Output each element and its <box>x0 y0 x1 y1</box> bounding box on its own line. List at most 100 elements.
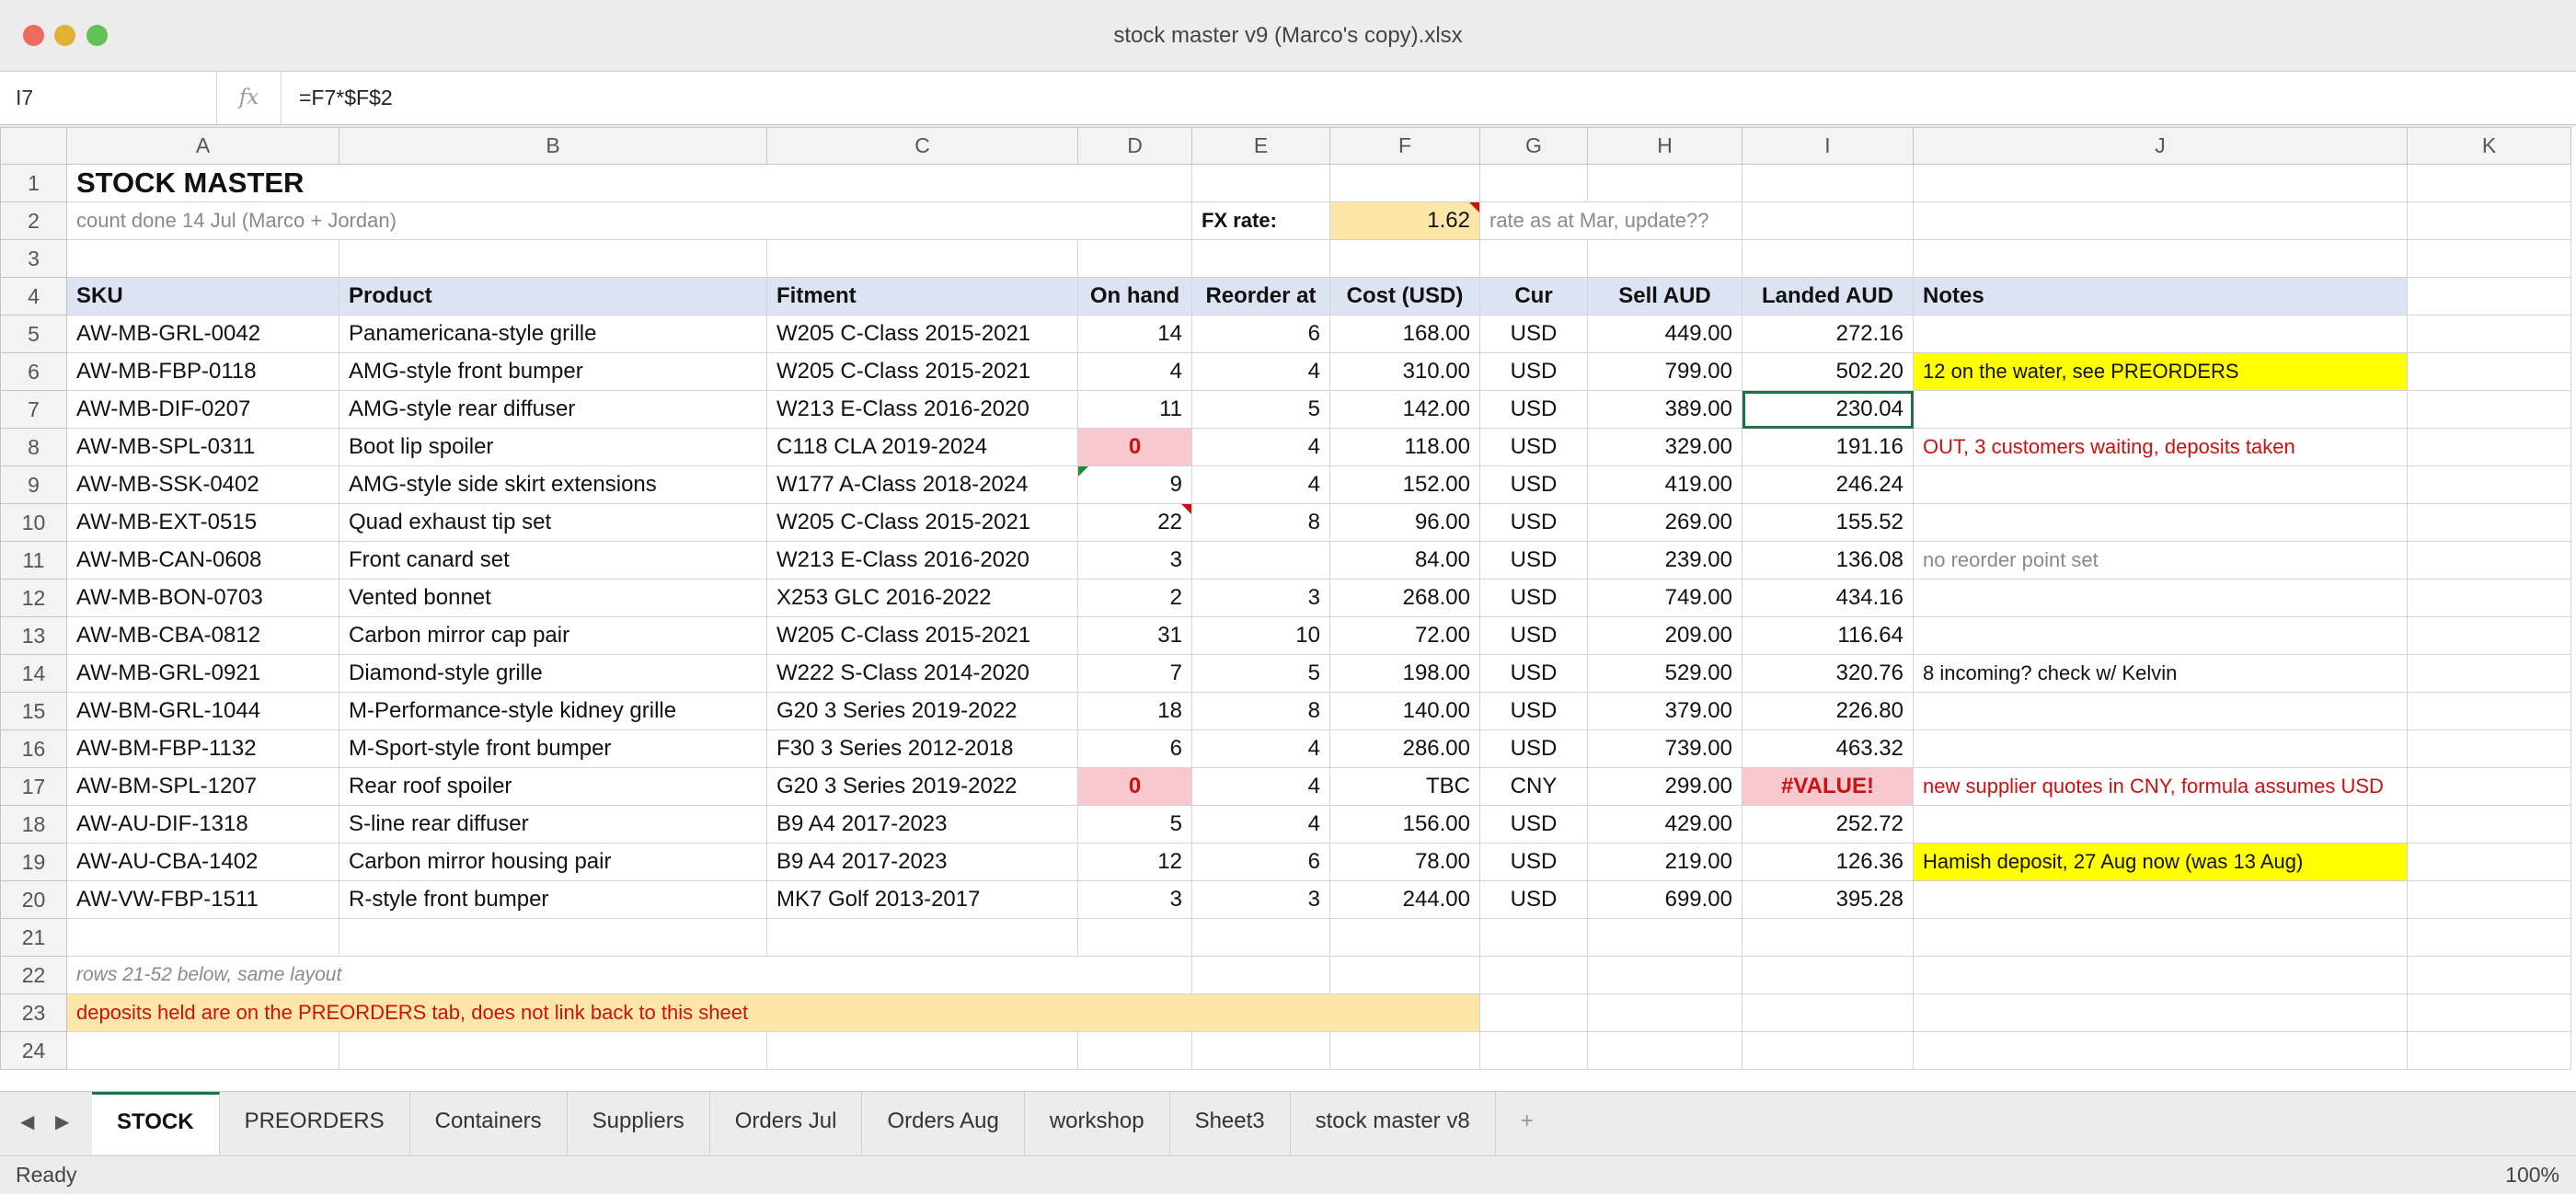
row-header[interactable]: 14 <box>0 654 67 693</box>
on-hand-cell[interactable]: 4 <box>1077 352 1192 391</box>
sku-cell[interactable]: AW-MB-SPL-0311 <box>66 428 339 466</box>
notes-cell[interactable]: OUT, 3 customers waiting, deposits taken <box>1913 428 2408 466</box>
product-cell[interactable]: R-style front bumper <box>339 880 767 919</box>
product-cell[interactable]: Quad exhaust tip set <box>339 503 767 542</box>
cost-cell[interactable]: 118.00 <box>1329 428 1480 466</box>
empty-cell[interactable] <box>766 918 1078 957</box>
currency-cell[interactable]: USD <box>1479 654 1588 693</box>
on-hand-cell[interactable]: 3 <box>1077 541 1192 580</box>
product-cell[interactable]: Boot lip spoiler <box>339 428 767 466</box>
landed-aud-cell[interactable]: 272.16 <box>1742 315 1914 353</box>
landed-aud-cell[interactable]: 320.76 <box>1742 654 1914 693</box>
on-hand-cell[interactable]: 6 <box>1077 729 1192 768</box>
cost-cell[interactable]: 96.00 <box>1329 503 1480 542</box>
column-header-e[interactable]: E <box>1191 127 1330 165</box>
sheet-tab-containers[interactable]: Containers <box>410 1092 568 1154</box>
currency-cell[interactable]: USD <box>1479 843 1588 881</box>
rows-below-note[interactable]: rows 21-52 below, same layout <box>66 956 1192 994</box>
sku-cell[interactable]: AW-MB-GRL-0921 <box>66 654 339 693</box>
on-hand-cell[interactable]: 18 <box>1077 692 1192 730</box>
column-header-g[interactable]: G <box>1479 127 1588 165</box>
empty-cell[interactable] <box>1479 993 1588 1032</box>
landed-aud-cell[interactable]: 252.72 <box>1742 805 1914 844</box>
reorder-at-cell[interactable]: 4 <box>1191 428 1330 466</box>
empty-cell[interactable] <box>2407 1031 2571 1070</box>
fitment-cell[interactable]: B9 A4 2017-2023 <box>766 843 1078 881</box>
notes-cell[interactable] <box>1913 692 2408 730</box>
sku-cell[interactable]: AW-AU-CBA-1402 <box>66 843 339 881</box>
empty-cell[interactable] <box>2407 956 2571 994</box>
column-header-j[interactable]: J <box>1913 127 2408 165</box>
row-header[interactable]: 11 <box>0 541 67 580</box>
cost-cell[interactable]: 140.00 <box>1329 692 1480 730</box>
empty-cell[interactable] <box>2407 654 2571 693</box>
empty-cell[interactable] <box>2407 239 2571 278</box>
fitment-cell[interactable]: G20 3 Series 2019-2022 <box>766 767 1078 806</box>
sell-aud-cell[interactable]: 529.00 <box>1587 654 1742 693</box>
notes-cell[interactable]: Hamish deposit, 27 Aug now (was 13 Aug) <box>1913 843 2408 881</box>
landed-aud-cell[interactable]: 191.16 <box>1742 428 1914 466</box>
empty-cell[interactable] <box>1191 239 1330 278</box>
empty-cell[interactable] <box>1913 201 2408 240</box>
product-cell[interactable]: Panamericana-style grille <box>339 315 767 353</box>
row-header[interactable]: 2 <box>0 201 67 240</box>
currency-cell[interactable]: USD <box>1479 352 1588 391</box>
product-cell[interactable]: S-line rear diffuser <box>339 805 767 844</box>
reorder-at-cell[interactable]: 6 <box>1191 315 1330 353</box>
reorder-at-cell[interactable]: 4 <box>1191 767 1330 806</box>
empty-cell[interactable] <box>1479 1031 1588 1070</box>
row-header[interactable]: 16 <box>0 729 67 768</box>
landed-aud-cell[interactable]: 434.16 <box>1742 579 1914 617</box>
reorder-at-cell[interactable]: 10 <box>1191 616 1330 655</box>
row-header[interactable]: 8 <box>0 428 67 466</box>
empty-cell[interactable] <box>2407 277 2571 316</box>
on-hand-cell[interactable]: 0 <box>1077 428 1192 466</box>
sku-cell[interactable]: AW-MB-FBP-0118 <box>66 352 339 391</box>
fitment-cell[interactable]: X253 GLC 2016-2022 <box>766 579 1078 617</box>
on-hand-cell[interactable]: 0 <box>1077 767 1192 806</box>
column-header-k[interactable]: K <box>2407 127 2571 165</box>
fitment-cell[interactable]: G20 3 Series 2019-2022 <box>766 692 1078 730</box>
sell-aud-cell[interactable]: 379.00 <box>1587 692 1742 730</box>
header-fitment[interactable]: Fitment <box>766 277 1078 316</box>
on-hand-cell[interactable]: 31 <box>1077 616 1192 655</box>
cost-cell[interactable]: 72.00 <box>1329 616 1480 655</box>
reorder-at-cell[interactable]: 4 <box>1191 805 1330 844</box>
empty-cell[interactable] <box>1742 164 1914 202</box>
empty-cell[interactable] <box>2407 390 2571 429</box>
row-header[interactable]: 18 <box>0 805 67 844</box>
sell-aud-cell[interactable]: 239.00 <box>1587 541 1742 580</box>
currency-cell[interactable]: USD <box>1479 390 1588 429</box>
on-hand-cell[interactable]: 12 <box>1077 843 1192 881</box>
empty-cell[interactable] <box>2407 201 2571 240</box>
sheet-tab-workshop[interactable]: workshop <box>1025 1092 1170 1154</box>
column-header-f[interactable]: F <box>1329 127 1480 165</box>
sku-cell[interactable]: AW-BM-FBP-1132 <box>66 729 339 768</box>
formula-input[interactable]: =F7*$F$2 <box>299 72 393 124</box>
empty-cell[interactable] <box>1913 993 2408 1032</box>
empty-cell[interactable] <box>2407 541 2571 580</box>
empty-cell[interactable] <box>1077 918 1192 957</box>
empty-cell[interactable] <box>1329 1031 1480 1070</box>
fitment-cell[interactable]: W222 S-Class 2014-2020 <box>766 654 1078 693</box>
currency-cell[interactable]: CNY <box>1479 767 1588 806</box>
sheet-grid[interactable]: ABCDEFGHIJK 1 STOCK MASTER 2 count done 14 … <box>0 127 2576 1091</box>
empty-cell[interactable] <box>2407 164 2571 202</box>
row-header[interactable]: 10 <box>0 503 67 542</box>
sell-aud-cell[interactable]: 749.00 <box>1587 579 1742 617</box>
reorder-at-cell[interactable]: 4 <box>1191 465 1330 504</box>
cost-cell[interactable]: 78.00 <box>1329 843 1480 881</box>
landed-aud-cell[interactable]: 116.64 <box>1742 616 1914 655</box>
empty-cell[interactable] <box>66 1031 339 1070</box>
row-header[interactable]: 22 <box>0 956 67 994</box>
notes-cell[interactable] <box>1913 880 2408 919</box>
notes-cell[interactable] <box>1913 616 2408 655</box>
sheet-tab-preorders[interactable]: PREORDERS <box>220 1092 410 1154</box>
product-cell[interactable]: AMG-style front bumper <box>339 352 767 391</box>
column-header-b[interactable]: B <box>339 127 767 165</box>
empty-cell[interactable] <box>1913 918 2408 957</box>
empty-cell[interactable] <box>1329 918 1480 957</box>
on-hand-cell[interactable]: 14 <box>1077 315 1192 353</box>
empty-cell[interactable] <box>766 239 1078 278</box>
empty-cell[interactable] <box>1479 918 1588 957</box>
